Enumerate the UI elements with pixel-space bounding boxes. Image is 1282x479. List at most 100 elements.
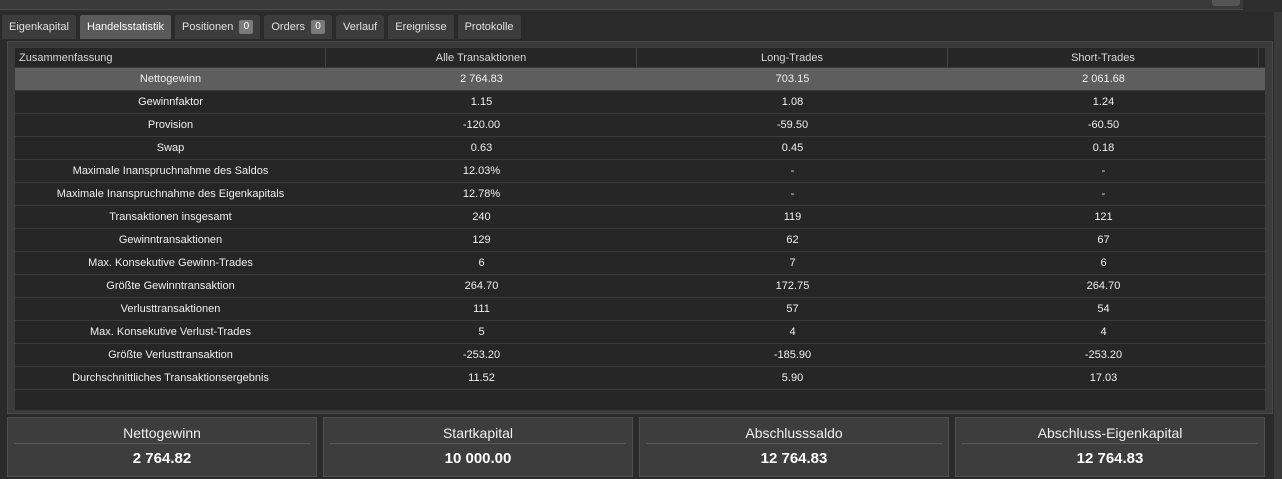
row-value: 172.75 [775,280,810,292]
row-value: 1.15 [470,96,493,108]
tab-label: Orders [271,21,305,33]
summary-title: Startkapital [330,418,626,444]
tab-label: Ereignisse [395,21,447,33]
table-row[interactable]: Provision -120.00 -59.50 -60.50 [15,114,1265,137]
tab-label: Protokolle [464,21,514,33]
row-value: -60.50 [1087,119,1120,131]
tab-ereignisse[interactable]: Ereignisse [388,15,454,39]
tab-protokolle[interactable]: Protokolle [457,15,521,39]
row-value: 5 [478,326,485,338]
tab-label: Verlauf [342,21,378,33]
row-value: -59.50 [776,119,809,131]
row-label: Nettogewinn [139,73,202,85]
row-label: Swap [156,142,185,154]
row-value: 1.24 [1092,96,1115,108]
summary-value: 2 764.82 [132,449,192,467]
row-label: Maximale Inanspruchnahme des Saldos [72,165,269,177]
top-strip [0,0,1282,12]
table-row[interactable]: Größte Verlusttransaktion -253.20 -185.90 -… [15,344,1265,367]
row-value: 0.18 [1092,142,1115,154]
row-value: - [790,188,795,200]
table-row[interactable]: Gewinnfaktor 1.15 1.08 1.24 [15,91,1265,114]
row-label: Größte Verlusttransaktion [108,349,233,361]
summary-value: 12 764.83 [1076,449,1144,467]
table-row[interactable]: Gewinntransaktionen 129 62 67 [15,229,1265,252]
row-value: 703.15 [775,73,810,85]
row-value: 57 [786,303,799,315]
row-value: 62 [786,234,799,246]
row-value: 4 [1100,326,1107,338]
row-value: 54 [1097,303,1110,315]
top-scrollbar-handle[interactable] [1212,0,1240,6]
column-header-long-trades[interactable]: Long-Trades [637,48,948,67]
row-value: 119 [783,211,802,223]
column-header-zusammenfassung[interactable]: Zusammenfassung [15,48,326,67]
count-badge: 0 [239,20,254,34]
tab-handelsstatistik[interactable]: Handelsstatistik [79,15,171,39]
tab-positionen[interactable]: Positionen 0 [174,15,261,39]
column-header-short-trades[interactable]: Short-Trades [948,48,1259,67]
summary-card-abschluss-eigenkapital: Abschluss-Eigenkapital 12 764.83 [955,417,1265,477]
summary-value: 10 000.00 [444,449,512,467]
row-value: -185.90 [773,349,812,361]
tab-label: Positionen [181,21,234,33]
tab-eigenkapital[interactable]: Eigenkapital [2,15,76,39]
column-header-alle-transaktionen[interactable]: Alle Transaktionen [326,48,637,67]
row-value: 1.08 [781,96,804,108]
row-label: Transaktionen insgesamt [109,211,232,223]
table-row[interactable]: Max. Konsekutive Gewinn-Trades 6 7 6 [15,252,1265,275]
table-row[interactable]: Größte Gewinntransaktion 264.70 172.75 264.… [15,275,1265,298]
right-scrollbar[interactable] [1274,12,1282,479]
row-label: Maximale Inanspruchnahme des Eigenkapita… [56,188,285,200]
row-value: 6 [478,257,485,269]
row-value: 6 [1100,257,1107,269]
row-value: 2 764.83 [460,73,503,85]
row-label: Max. Konsekutive Verlust-Trades [90,326,251,338]
row-value: 240 [472,211,491,223]
summary-value: 12 764.83 [760,449,828,467]
row-value: 2 061.68 [1082,73,1125,85]
row-label: Gewinntransaktionen [118,234,223,246]
table-body: Nettogewinn 2 764.83 703.15 2 061.68 Gewinnf… [15,68,1265,390]
row-value: - [1101,165,1106,177]
row-value: 264.70 [464,280,499,292]
table-row[interactable]: Max. Konsekutive Verlust-Trades 5 4 4 [15,321,1265,344]
row-value: 17.03 [1089,372,1118,384]
row-label: Verlusttransaktionen [120,303,221,315]
table-row[interactable]: Transaktionen insgesamt 240 119 121 [15,206,1265,229]
summary-title: Abschluss-Eigenkapital [962,418,1258,444]
row-value: 11.52 [468,372,495,384]
row-label: Max. Konsekutive Gewinn-Trades [88,257,253,269]
tab-verlauf[interactable]: Verlauf [335,15,385,39]
row-value: 121 [1094,211,1113,223]
statistics-table: Zusammenfassung Alle Transaktionen Long-Tr… [15,48,1265,410]
table-row[interactable]: Swap 0.63 0.45 0.18 [15,137,1265,160]
row-label: Größte Gewinntransaktion [106,280,235,292]
count-badge: 0 [310,20,325,34]
table-row[interactable]: Nettogewinn 2 764.83 703.15 2 061.68 [15,68,1265,91]
row-value: -253.20 [462,349,501,361]
summary-card-abschlusssaldo: Abschlusssaldo 12 764.83 [639,417,949,477]
table-header: Zusammenfassung Alle Transaktionen Long-Tr… [15,48,1265,68]
row-value: 264.70 [1086,280,1121,292]
tab-bar: Eigenkapital Handelsstatistik Positionen 0 O… [2,15,521,39]
table-row[interactable]: Durchschnittliches Transaktionsergebnis 1… [15,367,1265,390]
row-value: 129 [472,234,491,246]
row-label: Gewinnfaktor [138,96,203,108]
row-value: 4 [789,326,796,338]
row-value: 0.63 [470,142,493,154]
table-row[interactable]: Verlusttransaktionen 111 57 54 [15,298,1265,321]
table-row[interactable]: Maximale Inanspruchnahme des Saldos 12.03… [15,160,1265,183]
summary-title: Nettogewinn [14,418,310,444]
statistics-panel: Zusammenfassung Alle Transaktionen Long-Tr… [7,41,1273,414]
row-value: -253.20 [1084,349,1123,361]
summary-card-startkapital: Startkapital 10 000.00 [323,417,633,477]
row-value: - [790,165,795,177]
row-label: Durchschnittliches Transaktionsergebnis [72,372,269,384]
table-row[interactable]: Maximale Inanspruchnahme des Eigenkapita… [15,183,1265,206]
summary-bar: Nettogewinn 2 764.82 Startkapital 10 000.00… [7,417,1273,479]
row-value: - [1101,188,1106,200]
row-value: 12.03% [462,165,501,177]
tab-orders[interactable]: Orders 0 [264,15,332,39]
row-value: 5.90 [781,372,804,384]
